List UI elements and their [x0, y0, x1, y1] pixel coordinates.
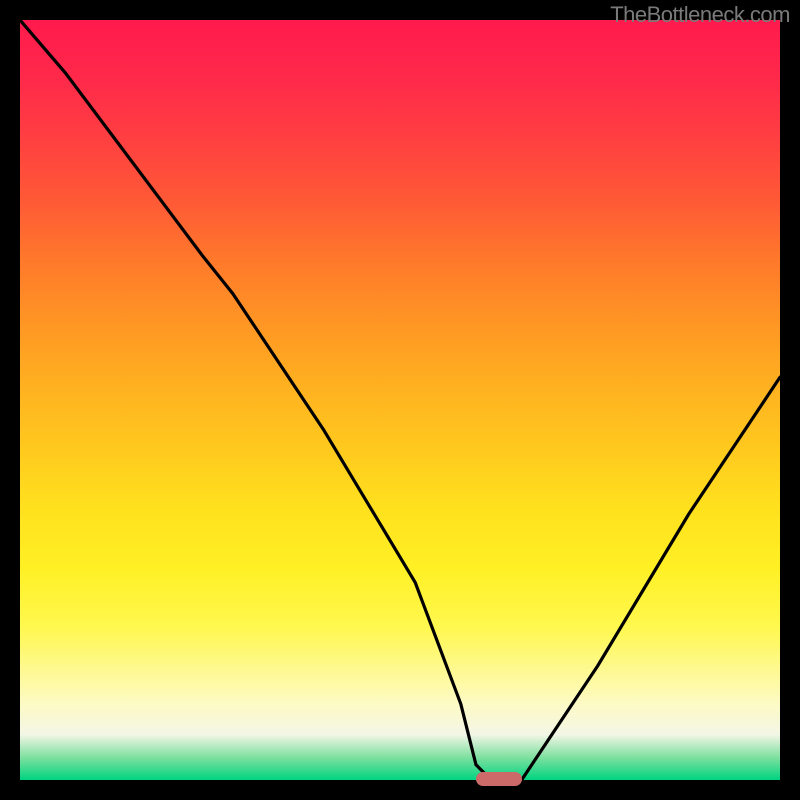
plot-area [20, 20, 780, 780]
attribution-text: TheBottleneck.com [610, 2, 790, 28]
chart-frame: TheBottleneck.com [0, 0, 800, 800]
optimal-marker [476, 772, 522, 786]
bottleneck-curve [20, 20, 780, 780]
